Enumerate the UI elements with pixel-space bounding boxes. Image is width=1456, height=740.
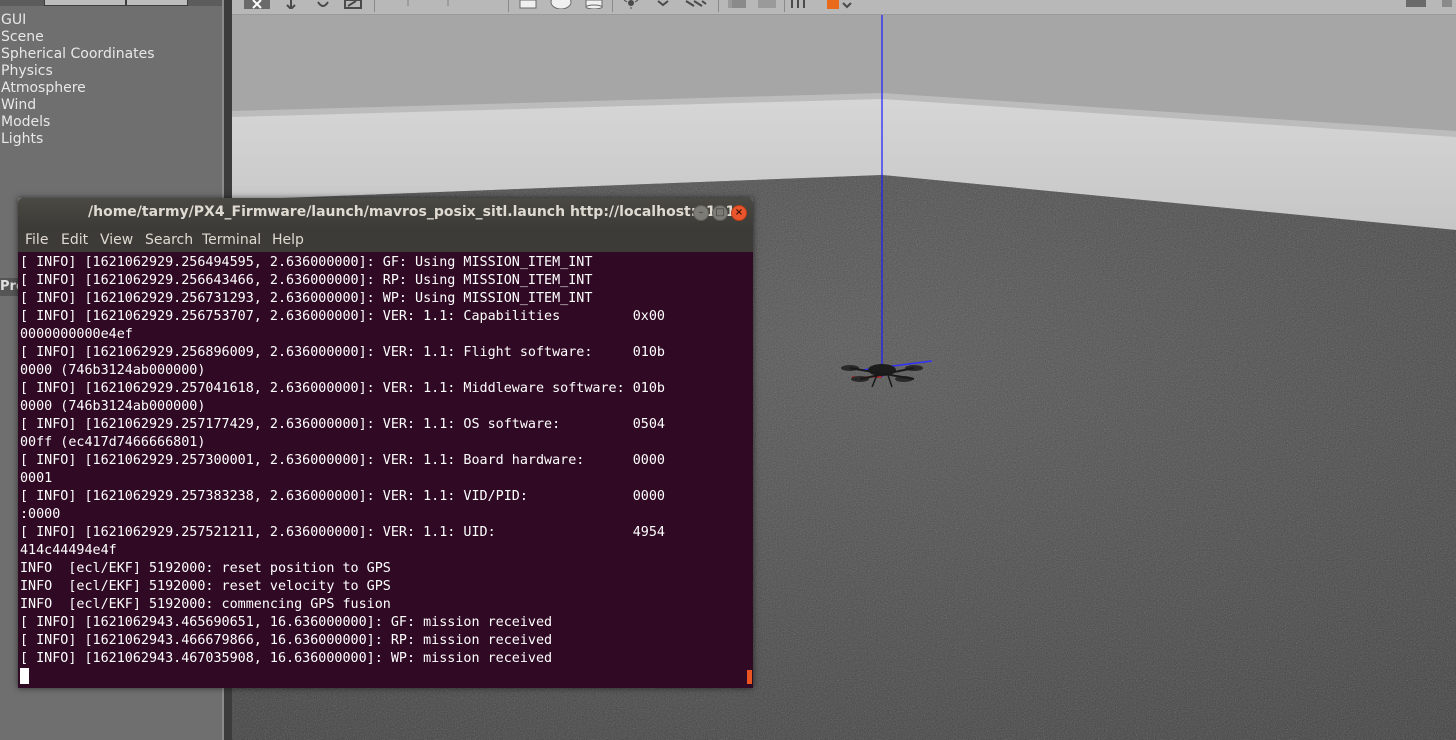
tree-item-physics[interactable]: Physics [1,63,155,80]
toolbar-separator [374,0,375,12]
menu-search[interactable]: Search [145,232,193,248]
tree-item-scene[interactable]: Scene [1,29,155,46]
box-icon[interactable] [518,0,538,9]
terminal-titlebar[interactable]: /home/tarmy/PX4_Firmware/launch/mavros_p… [18,198,753,228]
align-icon[interactable] [790,0,812,9]
translate-icon[interactable] [284,0,298,9]
property-header: Property [0,278,20,296]
toolbar-separator [718,0,719,12]
terminal-line: :0000 [20,507,61,522]
toolbar-separator [508,0,509,12]
terminal-line: INFO [ecl/EKF] 5192000: commencing GPS f… [20,597,391,612]
scale-icon[interactable] [344,0,362,9]
terminal-line: [ INFO] [1621062929.257041618, 2.6360000… [20,381,665,396]
tree-item-wind[interactable]: Wind [1,97,155,114]
terminal-line: [ INFO] [1621062929.256643466, 2.6360000… [20,273,593,288]
world-tree: GUI Scene Spherical Coordinates Physics … [1,12,155,148]
paste-icon[interactable] [756,0,778,9]
point-light-icon[interactable] [622,0,640,9]
terminal-lines: [ INFO] [1621062929.256494595, 2.6360000… [20,254,665,668]
cylinder-icon[interactable] [584,0,604,9]
toolbar-separator [784,0,785,12]
menu-view[interactable]: View [100,232,133,248]
directional-light-icon[interactable] [684,0,708,9]
tree-item-spherical-coordinates[interactable]: Spherical Coordinates [1,46,155,63]
menu-file[interactable]: File [25,232,48,248]
tree-item-lights[interactable]: Lights [1,131,155,148]
copy-icon[interactable] [726,0,748,9]
snap-icon[interactable] [826,0,840,9]
select-arrow-icon[interactable] [244,0,270,9]
terminal-line: [ INFO] [1621062943.467035908, 16.636000… [20,651,553,666]
terminal-line: [ INFO] [1621062943.465690651, 16.636000… [20,615,553,630]
terminal-line: 00ff (ec417d7466666801) [20,435,206,450]
terminal-line: [ INFO] [1621062929.257177429, 2.6360000… [20,417,665,432]
minimize-icon[interactable]: – [693,205,709,221]
spot-light-icon[interactable] [654,0,672,9]
log-icon[interactable] [1440,0,1454,9]
terminal-line: [ INFO] [1621062929.257300001, 2.6360000… [20,453,665,468]
terminal-window[interactable]: /home/tarmy/PX4_Firmware/launch/mavros_p… [18,198,753,688]
toolbar [232,0,1456,15]
terminal-line: [ INFO] [1621062929.256731293, 2.6360000… [20,291,593,306]
terminal-line: [ INFO] [1621062929.257521211, 2.6360000… [20,525,665,540]
terminal-line: 0000000000e4ef [20,327,133,342]
terminal-line: 0000 (746b3124ab000000) [20,399,206,414]
tab-insert[interactable] [126,0,188,6]
panel-tabs [0,0,222,6]
terminal-output[interactable]: [ INFO] [1621062929.256494595, 2.6360000… [18,252,753,688]
terminal-line: 414c44494e4f [20,543,117,558]
scrollbar-thumb[interactable] [747,670,752,684]
rotate-icon[interactable] [316,0,330,9]
close-icon[interactable]: × [731,205,747,221]
terminal-line: 0001 [20,471,53,486]
terminal-line: INFO [ecl/EKF] 5192000: reset velocity t… [20,579,391,594]
redo-icon[interactable] [444,0,452,9]
tab-world[interactable] [44,0,126,6]
terminal-line: [ INFO] [1621062929.256494595, 2.6360000… [20,255,593,270]
screenshot-icon[interactable] [1404,0,1428,9]
terminal-line: 0000 (746b3124ab000000) [20,363,206,378]
terminal-line: [ INFO] [1621062929.256896009, 2.6360000… [20,345,665,360]
menu-help[interactable]: Help [272,232,304,248]
terminal-menubar: File Edit View Search Terminal Help [18,228,753,252]
undo-icon[interactable] [404,0,412,9]
tree-item-atmosphere[interactable]: Atmosphere [1,80,155,97]
tree-item-models[interactable]: Models [1,114,155,131]
maximize-icon[interactable]: □ [712,205,728,221]
terminal-line: [ INFO] [1621062943.466679866, 16.636000… [20,633,553,648]
toolbar-separator [612,0,613,12]
sphere-icon[interactable] [550,0,572,9]
terminal-line: INFO [ecl/EKF] 5192000: reset position t… [20,561,391,576]
terminal-line: [ INFO] [1621062929.257383238, 2.6360000… [20,489,665,504]
view-angle-icon[interactable] [840,0,854,9]
text-cursor [20,668,29,684]
tree-item-gui[interactable]: GUI [1,12,155,29]
window-title: /home/tarmy/PX4_Firmware/launch/mavros_p… [88,204,746,220]
terminal-line: [ INFO] [1621062929.256753707, 2.6360000… [20,309,665,324]
menu-edit[interactable]: Edit [61,232,88,248]
menu-terminal[interactable]: Terminal [202,232,261,248]
